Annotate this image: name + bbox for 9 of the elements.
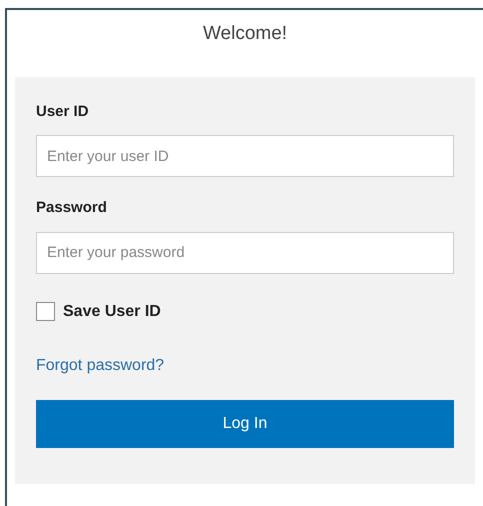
forgot-password-link[interactable]: Forgot password? <box>36 354 164 378</box>
field-label: Password <box>36 198 107 218</box>
login-button[interactable]: Log In <box>36 400 454 448</box>
input-field[interactable]: Enter your user ID <box>36 135 454 177</box>
checkbox[interactable] <box>36 302 55 321</box>
input-field[interactable]: Enter your password <box>36 232 454 274</box>
field-label: User ID <box>36 102 89 122</box>
welcome-title: Welcome! <box>202 22 288 46</box>
checkbox-label: Save User ID <box>63 302 161 322</box>
